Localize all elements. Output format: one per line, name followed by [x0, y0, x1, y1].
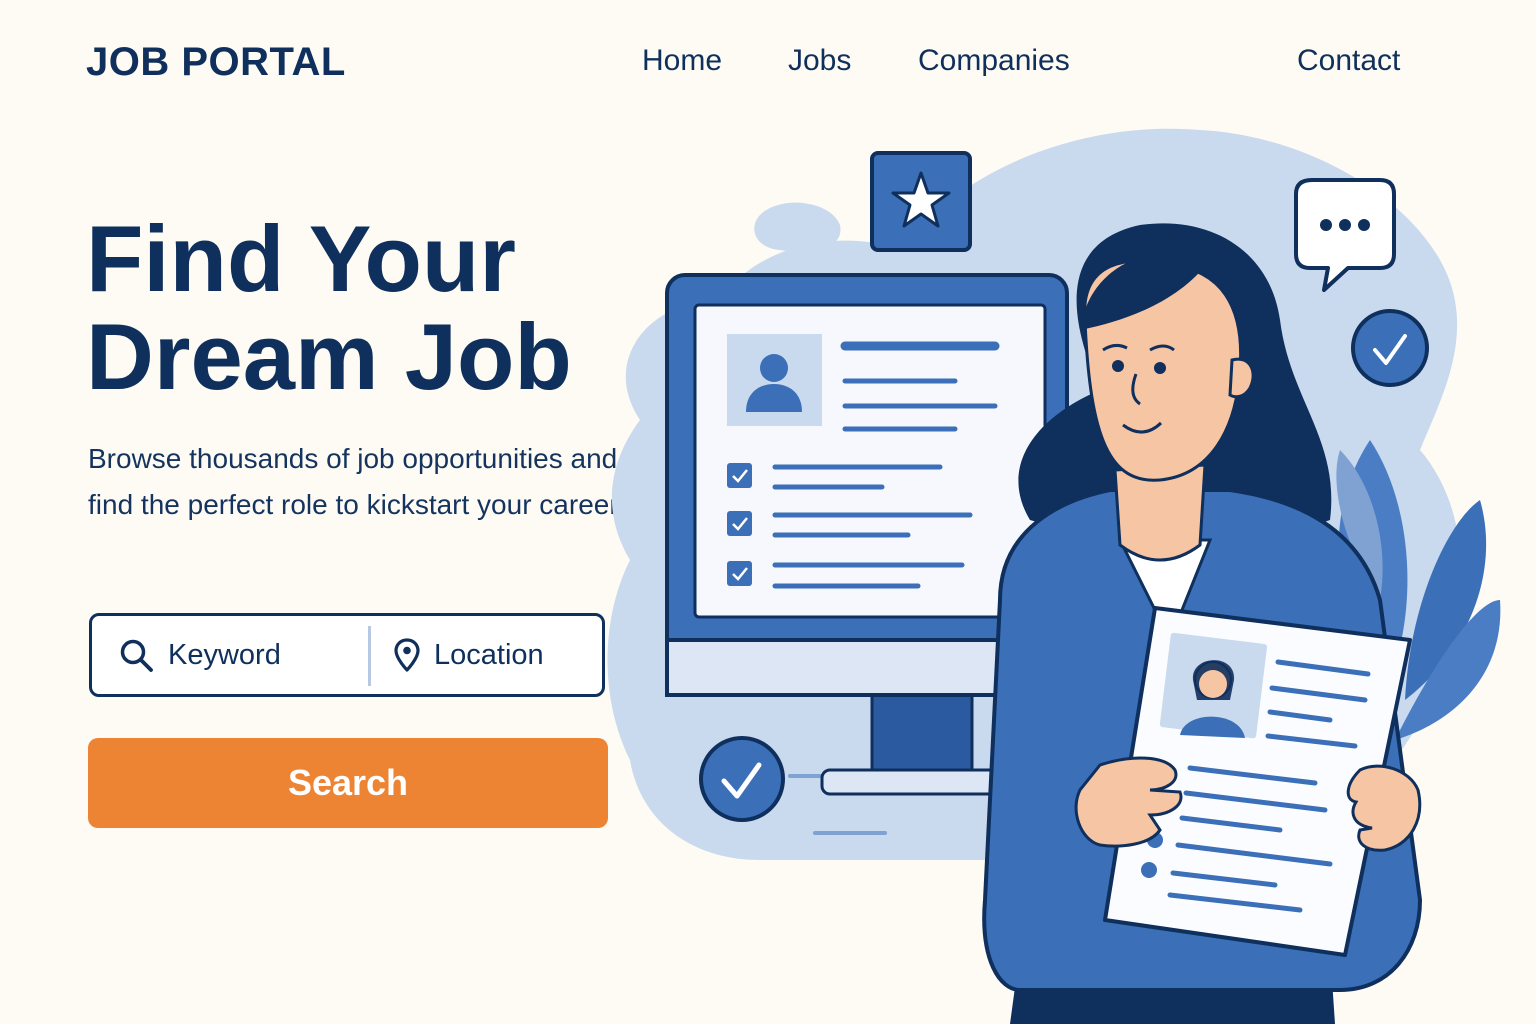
hero-title: Find Your Dream Job [86, 210, 572, 406]
nav-home[interactable]: Home [642, 44, 722, 78]
nav-jobs[interactable]: Jobs [788, 44, 851, 78]
keyword-field[interactable] [118, 616, 348, 694]
location-input[interactable] [434, 638, 614, 672]
hero-title-line-2: Dream Job [86, 304, 572, 409]
field-divider [368, 626, 371, 686]
hero-illustration [607, 128, 1501, 1024]
star-icon [870, 151, 972, 252]
nav-companies[interactable]: Companies [918, 44, 1070, 78]
main-nav: Home Jobs Companies Contact [0, 44, 1536, 80]
checkmark-icon-2 [699, 736, 785, 822]
search-box [89, 613, 614, 697]
search-button[interactable]: Search [88, 738, 608, 828]
keyword-input[interactable] [168, 638, 348, 672]
hero-subtitle: Browse thousands of job opportunities an… [88, 443, 625, 520]
checkmark-icon [1351, 309, 1429, 387]
nav-contact[interactable]: Contact [1297, 44, 1400, 78]
location-pin-icon [394, 638, 420, 672]
search-icon [118, 637, 154, 673]
location-field[interactable] [394, 616, 614, 694]
hero-title-line-1: Find Your [86, 206, 516, 311]
